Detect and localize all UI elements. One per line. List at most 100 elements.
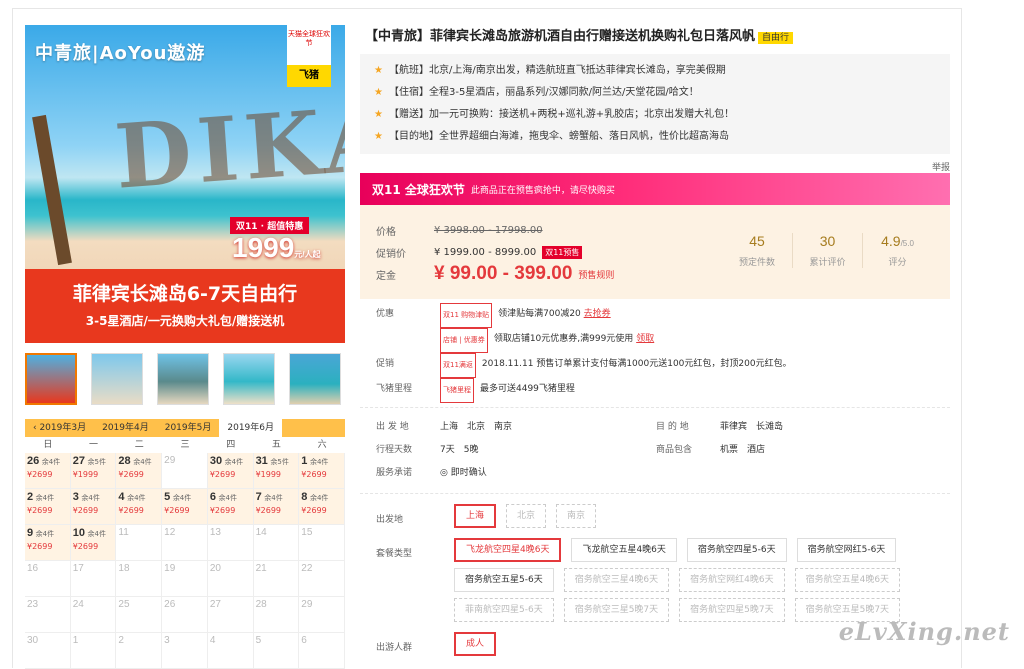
calendar-day: 28 bbox=[253, 597, 300, 633]
calendar-day[interactable]: 7 余4件 ¥2699 bbox=[253, 489, 300, 525]
tab-month-jun[interactable]: 2019年6月 bbox=[219, 419, 283, 437]
claim-store-coupon-link[interactable]: 领取 bbox=[636, 328, 654, 353]
day-number: 16 bbox=[27, 563, 39, 574]
day-number: 4 bbox=[209, 635, 216, 646]
calendar-day: 29 bbox=[299, 597, 345, 633]
calendar-day: 5 bbox=[253, 633, 300, 669]
depart-option[interactable]: 上海 bbox=[454, 504, 497, 528]
presale-rules-link[interactable]: 预售规则 bbox=[578, 268, 614, 281]
package-option[interactable]: 飞龙航空四星4晚6天 bbox=[454, 538, 562, 562]
claim-coupon-link[interactable]: 去抢券 bbox=[584, 303, 611, 328]
crowd-option[interactable]: 成人 bbox=[454, 632, 497, 656]
deposit-price: ¥ 99.00 - 399.00 bbox=[434, 263, 573, 284]
calendar-day[interactable]: 1 余4件 ¥2699 bbox=[299, 453, 345, 489]
day-price: ¥2699 bbox=[209, 506, 236, 515]
calendar-day[interactable]: 3 余4件 ¥2699 bbox=[70, 489, 117, 525]
stat-value: 45 bbox=[749, 233, 765, 249]
calendar-day: 20 bbox=[207, 561, 254, 597]
thumbnail-3[interactable] bbox=[157, 353, 209, 405]
hero-title-band: 菲律宾长滩岛6-7天自由行 3-5星酒店/一元换购大礼包/赠接送机 bbox=[25, 269, 345, 343]
calendar-day[interactable]: 9 余4件 ¥2699 bbox=[25, 525, 71, 561]
hero-subtitle: 3-5星酒店/一元换购大礼包/赠接送机 bbox=[85, 314, 285, 328]
package-option[interactable]: 飞龙航空五星4晚6天 bbox=[571, 538, 677, 562]
thumbnail-2[interactable] bbox=[91, 353, 143, 405]
thumbnail-4[interactable] bbox=[223, 353, 275, 405]
package-option[interactable]: 宿务航空网红5-6天 bbox=[796, 538, 897, 562]
feature-item: ★ 【住宿】全程3-5星酒店，丽晶系列/汉娜同款/阿兰达/天堂花园/哈文！ bbox=[374, 82, 940, 104]
calendar-day[interactable]: 5 余4件 ¥2699 bbox=[162, 489, 208, 525]
stat-value-wrap: 4.9/5.0 bbox=[863, 233, 932, 249]
feature-text: 【住宿】全程3-5星酒店，丽晶系列/汉娜同款/阿兰达/天堂花园/哈文！ bbox=[388, 87, 699, 98]
calendar-day[interactable]: 27 余5件 ¥1999 bbox=[70, 453, 117, 489]
day-number: 27 bbox=[72, 455, 85, 467]
promo-price-label: 促销价 bbox=[376, 248, 406, 260]
day-number: 13 bbox=[209, 527, 221, 538]
calendar-day[interactable]: 30 余4件 ¥2699 bbox=[207, 453, 254, 489]
miles-text: 最多可送4499飞猪里程 bbox=[480, 384, 575, 394]
calendar-day[interactable]: 8 余4件 ¥2699 bbox=[299, 489, 345, 525]
info-col2: 商品包含 机票 酒店 bbox=[656, 439, 765, 462]
calendar-day[interactable]: 4 余4件 ¥2699 bbox=[116, 489, 163, 525]
day-price: ¥2699 bbox=[118, 470, 144, 479]
stat-label: 预定件数 bbox=[738, 258, 775, 268]
day-number: 21 bbox=[255, 563, 267, 574]
calendar-day: 29 bbox=[162, 453, 208, 489]
calendar-day[interactable]: 28 余4件 ¥2699 bbox=[116, 453, 163, 489]
depart-option-row: 出发地 上海 北京 南京 bbox=[376, 504, 934, 528]
check-circle-icon: ◎ bbox=[440, 468, 448, 478]
package-option[interactable]: 宿务航空五星5-6天 bbox=[454, 568, 554, 592]
day-price: ¥2699 bbox=[301, 470, 327, 479]
tab-month-apr[interactable]: 2019年4月 bbox=[94, 419, 157, 437]
info-label: 出 发 地 bbox=[376, 422, 409, 432]
info-value: 机票 酒店 bbox=[720, 445, 766, 455]
star-icon: ★ bbox=[374, 131, 383, 142]
calendar-day: 21 bbox=[253, 561, 300, 597]
thumbnail-5[interactable] bbox=[289, 353, 341, 405]
calendar-day: 1 bbox=[70, 633, 117, 669]
calendar-day: 18 bbox=[116, 561, 163, 597]
day-price: ¥2699 bbox=[255, 506, 282, 515]
weekday-label: 六 bbox=[317, 440, 327, 450]
info-label: 商品包含 bbox=[656, 445, 693, 455]
promo-banner: 双11 全球狂欢节 此商品正在预售疯抢中，请尽快购买 bbox=[360, 173, 950, 205]
stat-reviews[interactable]: 30 累计评价 bbox=[792, 233, 862, 268]
day-number: 26 bbox=[27, 455, 40, 467]
day-stock: 余4件 bbox=[309, 458, 329, 466]
promo-label: 促销 bbox=[376, 359, 395, 369]
thumbnail-1[interactable] bbox=[25, 353, 77, 405]
weekday-header: 日 一 二 三 四 五 六 bbox=[25, 437, 345, 453]
calendar-month-tabs: ‹ 2019年3月 2019年4月 2019年5月 2019年6月 bbox=[25, 419, 345, 437]
day-number: 24 bbox=[72, 599, 84, 610]
promo-banner-brand: 双11 全球狂欢节 bbox=[372, 182, 465, 197]
calendar-day[interactable]: 6 余4件 ¥2699 bbox=[207, 489, 254, 525]
package-option: 宿务航空三星5晚7天 bbox=[563, 598, 670, 622]
day-number: 23 bbox=[27, 599, 39, 610]
calendar-day: 23 bbox=[25, 597, 71, 633]
report-link[interactable]: 举报 bbox=[360, 160, 950, 173]
calendar-day[interactable]: 10 余4件 ¥2699 bbox=[70, 525, 117, 561]
main-product-image[interactable]: 中青旅|AoYou遨游 天猫全球狂欢节 飞猪 DIKA 双11 · 超值特惠 1… bbox=[25, 25, 345, 343]
day-price: ¥1999 bbox=[72, 470, 99, 479]
package-option[interactable]: 宿务航空四星5-6天 bbox=[686, 538, 787, 562]
day-stock: 余4件 bbox=[264, 494, 283, 502]
calendar-day[interactable]: 26 余4件 ¥2699 bbox=[25, 453, 71, 489]
day-stock: 余4件 bbox=[87, 530, 106, 538]
day-stock: 余4件 bbox=[41, 458, 61, 466]
stat-orders: 45 预定件数 bbox=[722, 233, 792, 268]
calendar-day[interactable]: 31 余5件 ¥1999 bbox=[253, 453, 300, 489]
day-number: 6 bbox=[209, 491, 216, 503]
offer-label-empty bbox=[376, 328, 440, 353]
tab-month-may[interactable]: 2019年5月 bbox=[157, 419, 220, 437]
day-number: 27 bbox=[209, 599, 221, 610]
tab-month-prev[interactable]: ‹ 2019年3月 bbox=[25, 419, 94, 437]
day-number: 2 bbox=[27, 491, 34, 503]
calendar-day[interactable]: 2 余4件 ¥2699 bbox=[25, 489, 71, 525]
departure-calendar: ‹ 2019年3月 2019年4月 2019年5月 2019年6月 日 一 二 … bbox=[25, 419, 345, 669]
product-info-panel: 【中青旅】菲律宾长滩岛旅游机酒自由行赠接送机换购礼包日落风帆 自由行 ★ 【航班】北… bbox=[360, 25, 950, 666]
offer-chip: 双11 购物津贴 bbox=[440, 303, 493, 328]
day-number: 28 bbox=[118, 455, 131, 467]
offer-label: 优惠 bbox=[376, 309, 395, 319]
calendar-day: 17 bbox=[70, 561, 117, 597]
stat-value: 4.9 bbox=[881, 233, 901, 249]
day-price: ¥2699 bbox=[164, 506, 190, 515]
